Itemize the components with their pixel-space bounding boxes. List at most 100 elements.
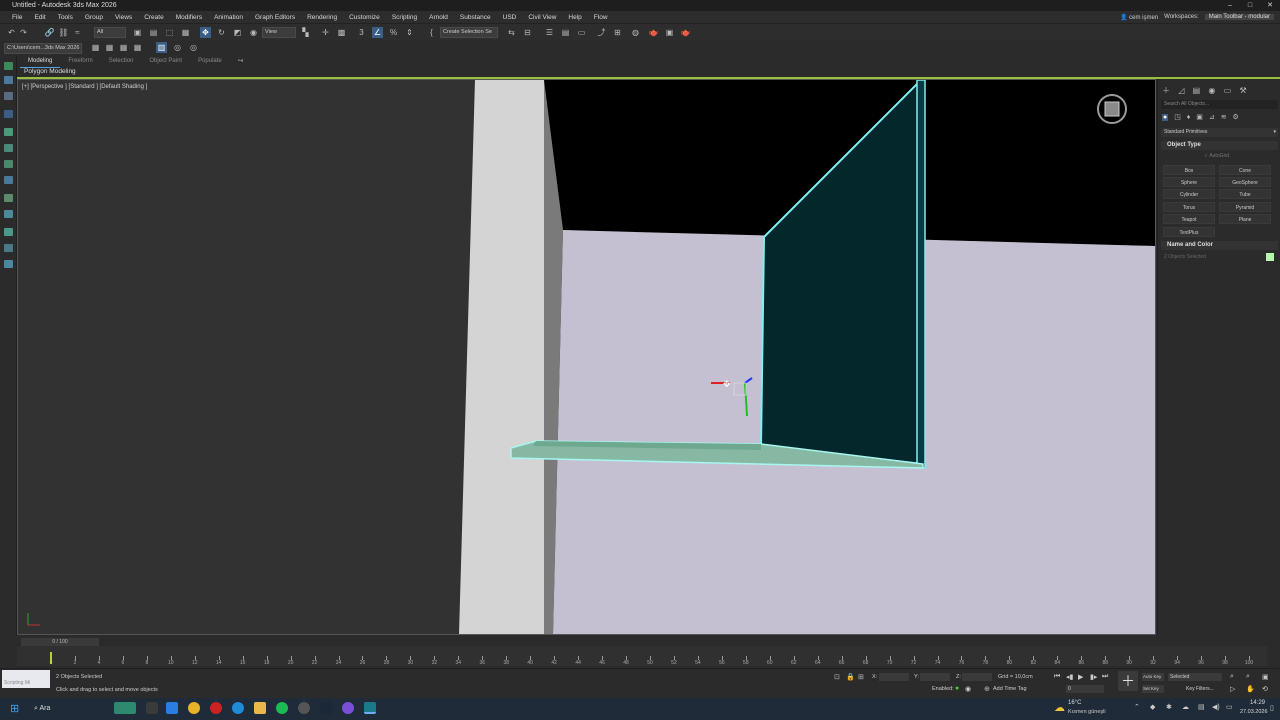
geometry-icon[interactable]: ● — [1162, 114, 1169, 121]
time-tag-icon[interactable]: ⊕ — [984, 685, 990, 693]
absolute-mode-icon[interactable]: ⊞ — [858, 673, 864, 681]
tray-network-icon[interactable]: ▤ — [1198, 703, 1205, 711]
menu-civil-view[interactable]: Civil View — [522, 14, 562, 21]
play-icon[interactable]: ▶ — [1078, 673, 1083, 681]
messenger-icon[interactable] — [342, 702, 354, 714]
menu-rendering[interactable]: Rendering — [301, 14, 343, 21]
unlink-icon[interactable]: ⛓ — [58, 27, 69, 38]
open-scene-icon[interactable]: ▦ — [118, 42, 129, 53]
key-filters-button[interactable]: Key Filters... — [1186, 686, 1214, 692]
redo-icon[interactable]: ↷ — [18, 27, 29, 38]
time-slider[interactable]: 0 / 100 — [21, 638, 99, 646]
menu-create[interactable]: Create — [138, 14, 170, 21]
viewport-label[interactable]: [+] [Perspective ] [Standard ] [Default … — [22, 84, 147, 90]
create-tab-icon[interactable]: ＋ — [1162, 86, 1170, 95]
go-to-start-icon[interactable]: ⏮ — [1054, 673, 1060, 681]
polygon-modeling-panel[interactable]: Polygon Modeling — [20, 67, 100, 77]
undo-icon[interactable]: ↶ — [6, 27, 17, 38]
tab-populate[interactable]: Populate — [190, 56, 230, 67]
file-explorer-icon[interactable] — [254, 702, 266, 714]
tab-freeform[interactable]: Freeform — [60, 56, 100, 67]
display-bones-icon[interactable] — [4, 260, 13, 268]
windows-start-icon[interactable]: ⊞ — [10, 702, 19, 715]
torus-button[interactable]: Torus — [1163, 202, 1215, 212]
x-coordinate-field[interactable] — [879, 673, 909, 681]
name-and-color-rollout[interactable]: Name and Color — [1161, 241, 1278, 250]
scene-explorer-icon[interactable] — [4, 76, 13, 84]
autogrid-checkbox[interactable]: ✓ AutoGrid — [1204, 153, 1229, 159]
tray-battery-icon[interactable]: ▭ — [1226, 703, 1233, 711]
teapot-button[interactable]: Teapot — [1163, 214, 1215, 224]
user-account[interactable]: 👤 cem işmen — [1120, 14, 1158, 21]
cylinder-button[interactable]: Cylinder — [1163, 189, 1215, 199]
tray-overflow-icon[interactable]: ⌃ — [1134, 703, 1140, 711]
move-icon[interactable]: ✥ — [200, 27, 211, 38]
utilities-tab-icon[interactable]: ⚒ — [1239, 86, 1246, 95]
viewcube[interactable] — [1095, 92, 1129, 126]
textplus-button[interactable]: TextPlus — [1163, 227, 1215, 237]
add-time-tag-button[interactable]: Add Time Tag — [993, 686, 1027, 692]
container-icon[interactable]: ▥ — [156, 42, 167, 53]
sphere-button[interactable]: Sphere — [1163, 177, 1215, 187]
display-shapes-icon[interactable] — [4, 228, 13, 236]
geosphere-button[interactable]: GeoSphere — [1219, 177, 1271, 187]
new-scene-icon[interactable]: ▦ — [104, 42, 115, 53]
edit-named-selection-icon[interactable]: { — [426, 27, 437, 38]
orbit-icon[interactable]: ⟲ — [1262, 685, 1268, 693]
current-frame-field[interactable]: 0 — [1066, 685, 1104, 693]
category-dropdown[interactable]: Standard Primitives ▾ — [1161, 128, 1278, 137]
chrome-icon[interactable] — [188, 702, 200, 714]
edge-icon[interactable] — [232, 702, 244, 714]
tab-modeling[interactable]: Modeling — [20, 56, 61, 68]
tray-volume-icon[interactable]: ◀) — [1212, 703, 1220, 711]
menu-group[interactable]: Group — [79, 14, 109, 21]
sort-icon[interactable] — [4, 144, 13, 152]
disc-icon[interactable]: ◎ — [172, 42, 183, 53]
shapes-icon[interactable]: ◳ — [1174, 114, 1181, 121]
display-helpers-icon[interactable] — [4, 210, 13, 218]
menu-substance[interactable]: Substance — [454, 14, 497, 21]
tray-app-icon[interactable]: ◆ — [1150, 703, 1155, 711]
object-type-rollout[interactable]: Object Type — [1161, 141, 1278, 150]
previous-frame-icon[interactable]: ◂▮ — [1066, 673, 1073, 681]
settings-icon[interactable] — [298, 702, 310, 714]
menu-graph-editors[interactable]: Graph Editors — [249, 14, 301, 21]
z-coordinate-field[interactable] — [962, 673, 992, 681]
display-spacewarps-icon[interactable] — [4, 244, 13, 252]
render-production-icon[interactable]: 🫖 — [680, 27, 691, 38]
store-icon[interactable] — [166, 702, 178, 714]
menu-flow[interactable]: Flow — [588, 14, 614, 21]
tray-cloud-icon[interactable]: ☁ — [1182, 703, 1189, 711]
select-tool-icon[interactable] — [4, 110, 13, 118]
spotify-icon[interactable] — [276, 702, 288, 714]
window-crossing-icon[interactable]: ▦ — [180, 27, 191, 38]
mirror-icon[interactable]: ⇆ — [506, 27, 517, 38]
render-setup-icon[interactable]: 🫖 — [648, 27, 659, 38]
menu-help[interactable]: Help — [562, 14, 587, 21]
menu-file[interactable]: File — [6, 14, 28, 21]
minimize-button[interactable]: – — [1220, 0, 1240, 11]
lock-selection-icon[interactable]: 🔒 — [846, 673, 855, 681]
lights-icon[interactable]: ♦ — [1187, 114, 1191, 121]
project-folder-icon[interactable]: ▦ — [90, 42, 101, 53]
spacewarps-icon[interactable]: ≋ — [1221, 114, 1227, 121]
refresh-icon[interactable]: ◎ — [188, 42, 199, 53]
layer-icon[interactable] — [4, 92, 13, 100]
link-icon[interactable]: 🔗 — [44, 27, 55, 38]
align-icon[interactable]: ⊟ — [522, 27, 533, 38]
motion-tab-icon[interactable]: ◉ — [1208, 86, 1215, 95]
copilot-icon[interactable] — [114, 702, 136, 714]
search-objects-input[interactable]: Search All Objects... — [1161, 100, 1278, 109]
maximize-button[interactable]: □ — [1240, 0, 1260, 11]
display-geometry-icon[interactable] — [4, 160, 13, 168]
menu-animation[interactable]: Animation — [208, 14, 249, 21]
set-key-icon[interactable]: ＋ — [1118, 671, 1138, 691]
material-editor-icon[interactable]: ◍ — [630, 27, 641, 38]
menu-customize[interactable]: Customize — [343, 14, 386, 21]
modify-tab-icon[interactable]: ◿ — [1178, 86, 1184, 95]
project-path-field[interactable]: C:\Users\cem...3ds Max 2026 — [4, 43, 82, 54]
maxscript-listener[interactable]: Scripting Mi — [2, 670, 50, 688]
next-frame-icon[interactable]: ▮▸ — [1090, 673, 1097, 681]
filter-icon[interactable] — [4, 128, 13, 136]
keyboard-shortcut-icon[interactable]: ▩ — [336, 27, 347, 38]
